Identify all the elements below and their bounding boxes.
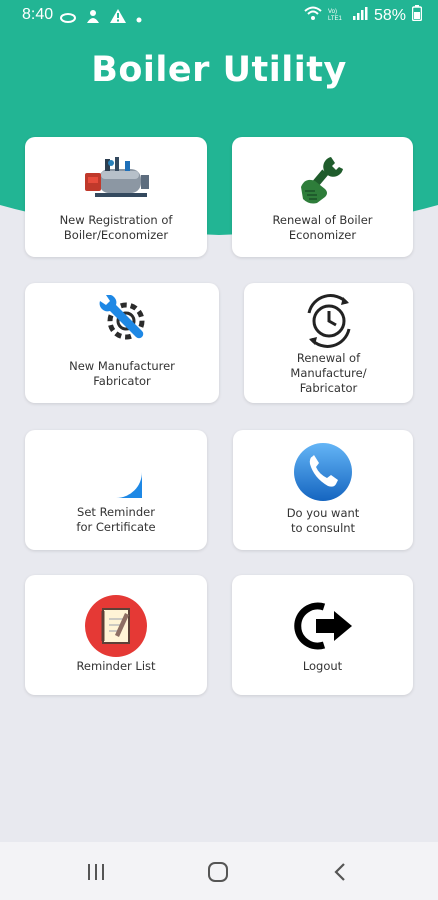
logout-label: Logout [302,659,343,673]
page-title: Boiler Utility [91,50,347,90]
gear-wrench-icon [92,294,152,357]
status-bar: 8:40 Vo) LTE1 58% [0,0,438,30]
status-time: 8:40 [22,6,54,23]
reminder-list-label: Reminder List [76,659,156,673]
network-label: Vo) LTE1 [327,8,342,22]
new-registration-card[interactable]: New Registration of Boiler/Economizer [25,137,207,257]
wrench-hand-icon [295,153,351,211]
cloud-icon [60,8,76,27]
renewal-manufacture-card[interactable]: Renewal of Manufacture/ Fabricator [244,283,413,403]
renewal-boiler-card[interactable]: Renewal of Boiler Economizer [232,137,413,257]
home-icon [208,862,228,882]
system-nav-bar [0,842,438,900]
home-button[interactable] [204,858,232,886]
notification-icons [60,8,142,27]
boiler-icon [79,155,153,207]
consult-label: Do you want to consulnt [286,506,360,535]
clock-renew-icon [299,291,359,355]
consult-card[interactable]: Do you want to consulnt [233,430,413,550]
wifi-icon [304,6,322,25]
new-manufacturer-label: New Manufacturer Fabricator [69,359,175,388]
dot-icon [136,8,142,27]
set-reminder-card[interactable]: Set Reminder for Certificate [25,430,207,550]
logout-icon [292,595,354,661]
person-icon [86,8,100,27]
status-right: Vo) LTE1 58% [304,5,423,26]
phone-icon [293,442,353,506]
back-icon [334,863,345,881]
renewal-boiler-label: Renewal of Boiler Economizer [272,213,373,242]
notebook-icon [85,595,147,661]
logout-card[interactable]: Logout [232,575,413,695]
new-registration-label: New Registration of Boiler/Economizer [59,213,173,242]
signal-icon [352,6,368,25]
back-button[interactable] [326,858,354,886]
renewal-manufacture-label: Renewal of Manufacture/ Fabricator [290,351,367,395]
recent-apps-button[interactable] [82,858,110,886]
battery-percent: 58% [373,6,406,24]
battery-icon [411,5,423,26]
lightbulb-icon [88,444,144,506]
warning-icon [110,8,126,27]
set-reminder-label: Set Reminder for Certificate [76,505,156,534]
reminder-list-card[interactable]: Reminder List [25,575,207,695]
new-manufacturer-card[interactable]: New Manufacturer Fabricator [25,283,219,403]
recent-apps-icon [88,864,104,880]
